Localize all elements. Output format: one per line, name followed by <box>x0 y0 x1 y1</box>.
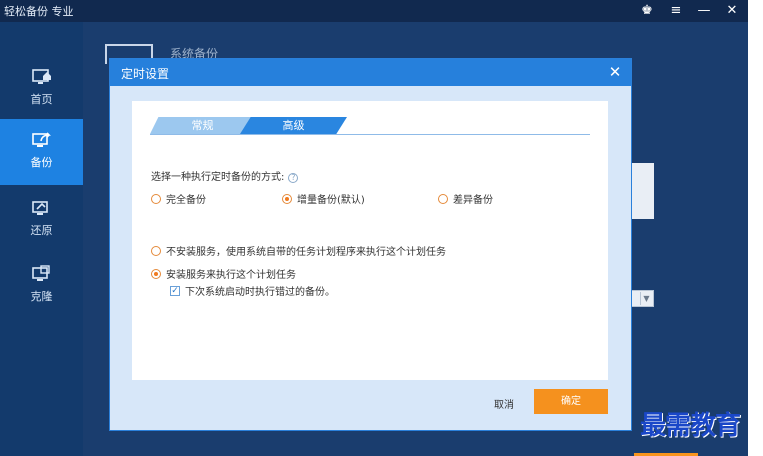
radio-install-service[interactable]: 安装服务来执行这个计划任务 <box>151 266 296 281</box>
radio-label: 增量备份(默认) <box>297 195 365 206</box>
checkbox-label: 下次系统启动时执行错过的备份。 <box>185 287 335 298</box>
dialog-body: 常规 高级 选择一种执行定时备份的方式:? 完全备份 增量备份(默认) 差异备份… <box>132 101 608 380</box>
crown-icon[interactable]: ♚ <box>636 1 658 21</box>
radio-label: 安装服务来执行这个计划任务 <box>166 270 296 281</box>
tab-bar: 常规 高级 <box>150 117 590 135</box>
help-icon[interactable]: ? <box>288 173 299 183</box>
backup-method-question: 选择一种执行定时备份的方式:? <box>151 168 299 183</box>
sidebar-item-home[interactable]: 首页 <box>0 56 83 122</box>
checkbox[interactable]: ✓ <box>170 285 180 296</box>
radio-label: 不安装服务，使用系统自带的任务计划程序来执行这个计划任务 <box>166 247 446 258</box>
title-bar: 轻松备份 专业 ♚ ≡ — ✕ <box>0 0 748 22</box>
dialog-title: 定时设置 <box>121 67 170 81</box>
close-app-button[interactable]: ✕ <box>721 1 743 21</box>
sidebar-item-label: 克隆 <box>30 290 53 303</box>
radio-button[interactable] <box>438 193 448 204</box>
radio-label: 差异备份 <box>453 195 493 206</box>
menu-icon[interactable]: ≡ <box>665 1 687 21</box>
clone-icon <box>31 265 50 281</box>
question-text: 选择一种执行定时备份的方式: <box>151 172 285 183</box>
dialog-header: 定时设置 ✕ <box>110 59 631 86</box>
radio-differential-backup[interactable]: 差异备份 <box>438 191 493 206</box>
sidebar-item-clone[interactable]: 克隆 <box>0 253 83 319</box>
backup-icon <box>31 132 51 147</box>
background-panel <box>629 163 654 219</box>
radio-label: 完全备份 <box>166 195 206 206</box>
tab-advanced[interactable]: 高级 <box>240 117 347 134</box>
sidebar-item-backup[interactable]: 备份 <box>0 119 83 185</box>
sidebar-item-label: 首页 <box>30 93 53 106</box>
close-icon[interactable]: ✕ <box>605 61 625 83</box>
restore-icon <box>31 201 48 215</box>
sidebar: 首页 备份 还原 克隆 <box>0 22 83 456</box>
chevron-down-icon: ▼ <box>640 292 652 305</box>
radio-button[interactable] <box>151 245 161 256</box>
radio-button[interactable] <box>151 193 161 204</box>
sidebar-item-restore[interactable]: 还原 <box>0 187 83 253</box>
app-title: 轻松备份 专业 <box>4 5 74 18</box>
monitor-home-icon <box>31 69 51 84</box>
radio-incremental-backup[interactable]: 增量备份(默认) <box>282 191 365 206</box>
tab-underline <box>150 134 590 135</box>
ok-button[interactable]: 确定 <box>534 389 608 414</box>
radio-button[interactable] <box>282 193 292 204</box>
tab-routine[interactable]: 常规 <box>150 117 255 134</box>
watermark: 最需教育 <box>640 411 741 441</box>
sidebar-item-label: 还原 <box>30 224 53 237</box>
radio-full-backup[interactable]: 完全备份 <box>151 191 206 206</box>
cancel-button[interactable]: 取消 <box>482 396 526 416</box>
schedule-settings-dialog: 定时设置 ✕ 常规 高级 选择一种执行定时备份的方式:? 完全备份 增量备份(默… <box>109 58 632 431</box>
radio-no-service[interactable]: 不安装服务，使用系统自带的任务计划程序来执行这个计划任务 <box>151 243 446 258</box>
sidebar-item-label: 备份 <box>30 156 53 169</box>
checkbox-run-missed[interactable]: ✓ 下次系统启动时执行错过的备份。 <box>170 283 335 298</box>
radio-button[interactable] <box>151 268 161 279</box>
minimize-button[interactable]: — <box>693 1 715 21</box>
